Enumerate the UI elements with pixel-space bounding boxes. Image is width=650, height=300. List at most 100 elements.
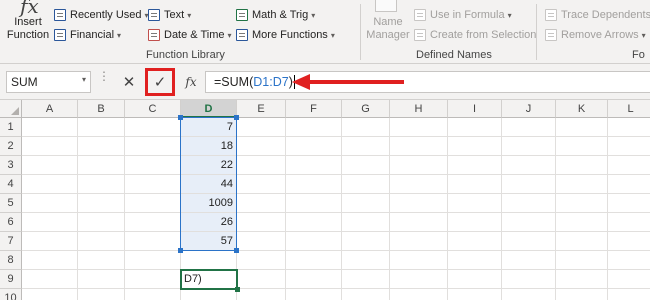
cell-d5[interactable]: 1009 [181, 194, 237, 213]
select-all-button[interactable] [0, 100, 22, 118]
cell-a5[interactable] [22, 194, 78, 213]
cell-j5[interactable] [502, 194, 556, 213]
cell-h1[interactable] [390, 118, 448, 137]
cell-e3[interactable] [237, 156, 286, 175]
cell-h3[interactable] [390, 156, 448, 175]
cell-f9[interactable] [286, 270, 342, 289]
cell-b10[interactable] [78, 289, 125, 300]
cell-h6[interactable] [390, 213, 448, 232]
row-header-4[interactable]: 4 [0, 175, 22, 194]
cell-b7[interactable] [78, 232, 125, 251]
cell-j10[interactable] [502, 289, 556, 300]
cell-a1[interactable] [22, 118, 78, 137]
cell-g9[interactable] [342, 270, 390, 289]
cell-i3[interactable] [448, 156, 502, 175]
cell-b5[interactable] [78, 194, 125, 213]
cell-d4[interactable]: 44 [181, 175, 237, 194]
insert-function-button[interactable]: fx Insert Function [4, 0, 52, 46]
cell-l2[interactable] [608, 137, 650, 156]
name-manager-button[interactable]: Name Manager [366, 0, 410, 46]
cell-a9[interactable] [22, 270, 78, 289]
cell-b3[interactable] [78, 156, 125, 175]
cell-a2[interactable] [22, 137, 78, 156]
cell-f3[interactable] [286, 156, 342, 175]
cell-a8[interactable] [22, 251, 78, 270]
cell-j3[interactable] [502, 156, 556, 175]
cell-e9[interactable] [237, 270, 286, 289]
cell-d7[interactable]: 57 [181, 232, 237, 251]
cell-j2[interactable] [502, 137, 556, 156]
column-header-j[interactable]: J [502, 100, 556, 118]
enter-button[interactable]: ✓ [145, 68, 175, 96]
cell-d3[interactable]: 22 [181, 156, 237, 175]
column-header-e[interactable]: E [237, 100, 286, 118]
cell-g5[interactable] [342, 194, 390, 213]
cell-e8[interactable] [237, 251, 286, 270]
cell-j8[interactable] [502, 251, 556, 270]
column-header-a[interactable]: A [22, 100, 78, 118]
cell-d1[interactable]: 7 [181, 118, 237, 137]
cell-g8[interactable] [342, 251, 390, 270]
cell-i1[interactable] [448, 118, 502, 137]
text-button[interactable]: Text ▾ [148, 6, 191, 24]
cell-c4[interactable] [125, 175, 181, 194]
cell-c10[interactable] [125, 289, 181, 300]
cell-e6[interactable] [237, 213, 286, 232]
cell-h4[interactable] [390, 175, 448, 194]
cell-b4[interactable] [78, 175, 125, 194]
row-header-7[interactable]: 7 [0, 232, 22, 251]
cell-l6[interactable] [608, 213, 650, 232]
cell-i9[interactable] [448, 270, 502, 289]
cell-l1[interactable] [608, 118, 650, 137]
cell-k4[interactable] [556, 175, 608, 194]
column-header-i[interactable]: I [448, 100, 502, 118]
cell-b6[interactable] [78, 213, 125, 232]
cell-h8[interactable] [390, 251, 448, 270]
column-header-b[interactable]: B [78, 100, 125, 118]
cell-k8[interactable] [556, 251, 608, 270]
cell-b9[interactable] [78, 270, 125, 289]
cell-i2[interactable] [448, 137, 502, 156]
row-header-9[interactable]: 9 [0, 270, 22, 289]
cell-a4[interactable] [22, 175, 78, 194]
cell-b2[interactable] [78, 137, 125, 156]
cell-l4[interactable] [608, 175, 650, 194]
cell-h10[interactable] [390, 289, 448, 300]
name-box[interactable]: SUM ▾ [6, 71, 91, 93]
cell-c5[interactable] [125, 194, 181, 213]
cell-k9[interactable] [556, 270, 608, 289]
more-functions-button[interactable]: More Functions ▾ [236, 26, 335, 44]
row-header-1[interactable]: 1 [0, 118, 22, 137]
cell-k2[interactable] [556, 137, 608, 156]
column-header-d[interactable]: D [181, 100, 237, 118]
column-header-l[interactable]: L [608, 100, 650, 118]
cell-e1[interactable] [237, 118, 286, 137]
cell-h5[interactable] [390, 194, 448, 213]
insert-function-fx-button[interactable]: fx [181, 72, 201, 92]
row-header-8[interactable]: 8 [0, 251, 22, 270]
cell-l3[interactable] [608, 156, 650, 175]
cell-l10[interactable] [608, 289, 650, 300]
more-options-icon[interactable]: ⋮ [98, 70, 110, 82]
cell-e2[interactable] [237, 137, 286, 156]
trace-dependents-button[interactable]: Trace Dependents [545, 6, 650, 24]
cell-e5[interactable] [237, 194, 286, 213]
cell-a3[interactable] [22, 156, 78, 175]
cell-l9[interactable] [608, 270, 650, 289]
column-header-c[interactable]: C [125, 100, 181, 118]
use-in-formula-button[interactable]: Use in Formula ▾ [414, 6, 512, 24]
cell-d2[interactable]: 18 [181, 137, 237, 156]
cell-j4[interactable] [502, 175, 556, 194]
row-header-2[interactable]: 2 [0, 137, 22, 156]
chevron-down-icon[interactable]: ▾ [82, 75, 86, 84]
row-header-3[interactable]: 3 [0, 156, 22, 175]
math-trig-button[interactable]: Math & Trig ▾ [236, 6, 315, 24]
cell-k10[interactable] [556, 289, 608, 300]
recently-used-button[interactable]: Recently Used ▾ [54, 6, 149, 24]
cell-g10[interactable] [342, 289, 390, 300]
cell-i4[interactable] [448, 175, 502, 194]
cell-a7[interactable] [22, 232, 78, 251]
cell-h9[interactable] [390, 270, 448, 289]
column-header-h[interactable]: H [390, 100, 448, 118]
date-time-button[interactable]: Date & Time ▾ [148, 26, 232, 44]
